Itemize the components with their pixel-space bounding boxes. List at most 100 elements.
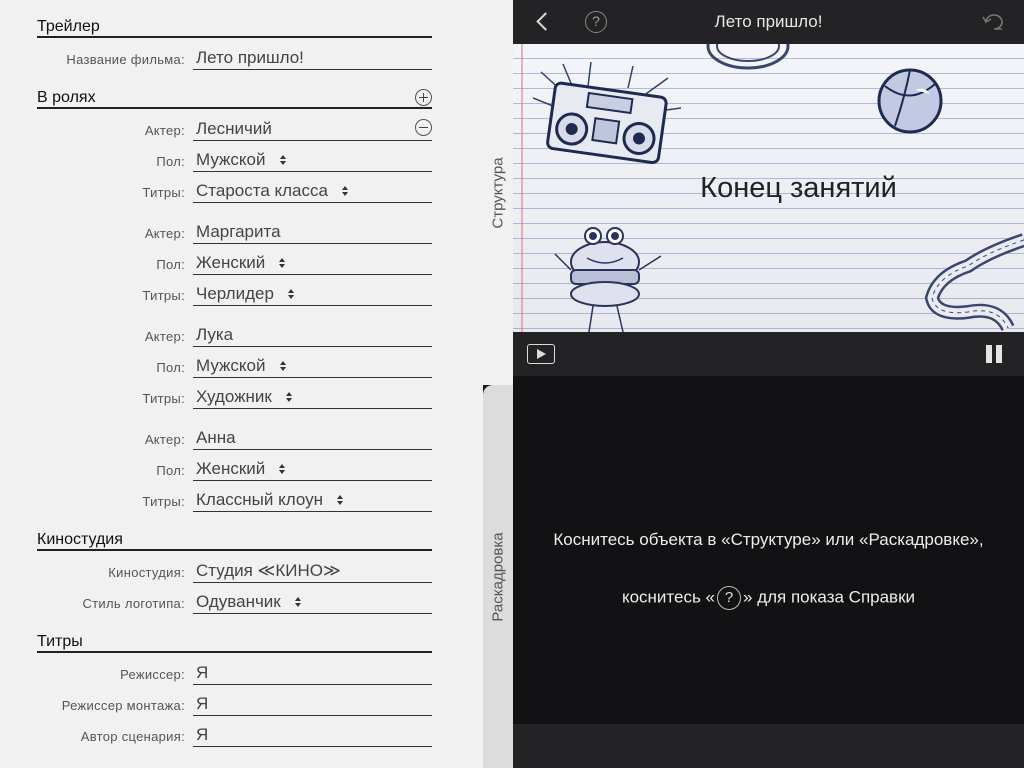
updown-arrows-icon [341, 185, 348, 196]
actor-field[interactable]: Анна [193, 428, 432, 450]
project-title: Лето пришло! [714, 12, 823, 31]
updown-arrows-icon [287, 288, 294, 299]
updown-arrows-icon [285, 391, 292, 402]
actor-name: Лесничий [196, 119, 272, 138]
updown-arrows-icon [337, 494, 343, 505]
actor-label: Актер: [144, 226, 185, 241]
movie-title-row: Название фильма: Лето пришло! [0, 44, 432, 70]
writer-row: Автор сценария: Я [0, 721, 432, 747]
gender-select[interactable]: Женский [193, 459, 432, 481]
remove-cast-member-icon[interactable] [415, 119, 432, 136]
gender-label: Пол: [156, 360, 185, 375]
gender-value: Женский [196, 253, 266, 272]
cast-gender-row: Пол: Мужской [0, 352, 432, 378]
add-cast-member-icon[interactable] [415, 89, 432, 106]
studio-section-title: Киностудия [37, 531, 123, 548]
studio-name-row: Киностудия: Студия ≪КИНО≫ [0, 557, 432, 583]
credit-select[interactable]: Художник [193, 387, 432, 409]
cast-actor-row: Актер: Лука [0, 321, 432, 347]
play-icon[interactable] [527, 344, 555, 364]
gender-value: Мужской [196, 356, 266, 375]
tab-structure-label: Структура [489, 156, 507, 229]
top-bar: ? Лето пришло! [513, 0, 1024, 44]
logo-style-value: Одуванчик [196, 592, 281, 611]
director-row: Режиссер: Я [0, 659, 432, 685]
boombox-doodle-icon [533, 62, 682, 165]
credit-select[interactable]: Староста класса [193, 181, 432, 203]
credit-select[interactable]: Классный клоун [193, 490, 432, 512]
cast-section-title: В ролях [37, 89, 96, 106]
gender-label: Пол: [156, 463, 185, 478]
burger-monster-doodle-icon [554, 227, 662, 332]
cast-credit-row: Титры: Классный клоун [0, 486, 432, 512]
movie-title-label: Название фильма: [66, 52, 185, 67]
cast-credit-row: Титры: Художник [0, 383, 432, 409]
studio-section-header: Киностудия [37, 531, 432, 551]
cast-credit-row: Титры: Черлидер [0, 280, 432, 306]
movie-title-field[interactable]: Лето пришло! [193, 48, 432, 70]
logo-style-label: Стиль логотипа: [82, 596, 185, 611]
trailer-form-panel: Трейлер Название фильма: Лето пришло! В … [0, 0, 483, 768]
cast-actor-row: Актер: Лесничий [0, 115, 432, 141]
editor-field[interactable]: Я [193, 694, 432, 716]
actor-field[interactable]: Маргарита [193, 222, 432, 244]
undo-icon[interactable] [982, 12, 1006, 32]
trailer-section-title: Трейлер [37, 18, 100, 35]
back-chevron-icon[interactable] [533, 10, 555, 34]
logo-style-select[interactable]: Одуванчик [193, 592, 432, 614]
actor-label: Актер: [144, 123, 185, 138]
trailer-preview[interactable]: Конец занятий [513, 44, 1024, 332]
editor-label: Режиссер монтажа: [61, 698, 185, 713]
studio-name-field[interactable]: Студия ≪КИНО≫ [193, 561, 432, 583]
actor-field[interactable]: Лука [193, 325, 432, 347]
tab-storyboard-label: Раскадровка [489, 531, 507, 622]
gender-select[interactable]: Мужской [193, 356, 432, 378]
updown-arrows-icon [279, 360, 286, 371]
playback-controls-bar [513, 332, 1024, 376]
updown-arrows-icon [279, 257, 286, 268]
bottom-bar [513, 724, 1024, 768]
gender-value: Женский [196, 459, 266, 478]
actor-label: Актер: [144, 432, 185, 447]
hint-text-after: » для показа Справки [743, 587, 916, 607]
credit-value: Художник [196, 387, 272, 406]
gender-select[interactable]: Мужской [193, 150, 432, 172]
help-icon[interactable]: ? [585, 11, 607, 33]
cast-gender-row: Пол: Женский [0, 455, 432, 481]
credit-select[interactable]: Черлидер [193, 284, 432, 306]
preview-caption: Конец занятий [700, 172, 897, 204]
tab-structure[interactable]: Структура [483, 0, 513, 385]
credits-section-header: Титры [37, 633, 432, 653]
hint-text-line-2: коснитесь «?» для показа Справки [513, 586, 1024, 610]
pause-icon[interactable] [986, 345, 1002, 363]
director-label: Режиссер: [120, 667, 185, 682]
cast-gender-row: Пол: Мужской [0, 146, 432, 172]
loop-doodle-icon [706, 44, 790, 70]
updown-arrows-icon [279, 463, 286, 474]
cast-credit-row: Титры: Староста класса [0, 177, 432, 203]
cast-gender-row: Пол: Женский [0, 249, 432, 275]
credit-label: Титры: [142, 494, 185, 509]
gender-value: Мужской [196, 150, 266, 169]
writer-label: Автор сценария: [80, 729, 185, 744]
hint-text-line-1: Коснитесь объекта в «Структуре» или «Рас… [553, 530, 984, 549]
tab-storyboard[interactable]: Раскадровка [483, 385, 513, 768]
trailer-section-header: Трейлер [37, 18, 432, 38]
director-field[interactable]: Я [193, 663, 432, 685]
gender-select[interactable]: Женский [193, 253, 432, 275]
cast-actor-row: Актер: Маргарита [0, 218, 432, 244]
actor-field[interactable]: Лесничий [193, 119, 432, 141]
help-icon: ? [717, 586, 742, 610]
writer-field[interactable]: Я [193, 725, 432, 747]
hint-text-before: коснитесь « [621, 587, 716, 607]
updown-arrows-icon [294, 596, 301, 607]
credit-value: Староста класса [196, 181, 328, 200]
credit-value: Черлидер [196, 284, 274, 303]
editor-row: Режиссер монтажа: Я [0, 690, 432, 716]
studio-label: Киностудия: [108, 565, 185, 580]
cast-actor-row: Актер: Анна [0, 424, 432, 450]
actor-label: Актер: [144, 329, 185, 344]
ball-doodle-icon [877, 68, 943, 134]
storyboard-area: Коснитесь объекта в «Структуре» или «Рас… [513, 376, 1024, 724]
cast-section-header: В ролях [37, 89, 432, 109]
